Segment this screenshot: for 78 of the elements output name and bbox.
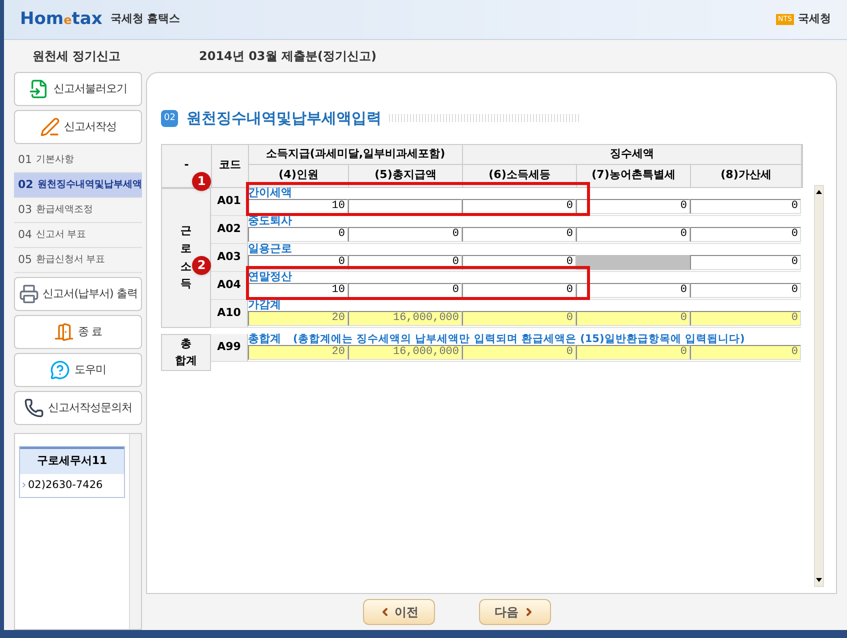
- sidebar-button[interactable]: 도우미: [14, 353, 142, 387]
- period-title: 2014년 03월 제출분(정기신고): [199, 48, 376, 65]
- input-field[interactable]: 16,000,000: [348, 344, 462, 360]
- input-field[interactable]: 0: [462, 344, 576, 360]
- input-field[interactable]: 0: [576, 310, 690, 326]
- agency-name: 국세청: [798, 11, 831, 28]
- pencil-icon: [40, 117, 60, 137]
- code-cell: A03: [211, 244, 248, 270]
- header-cell: (4)인원: [249, 164, 349, 186]
- site-title: 국세청 홈택스: [110, 11, 180, 28]
- header-cell: (8)가산세: [691, 164, 802, 186]
- header-cell: (5)총지급액: [349, 164, 463, 186]
- input-field[interactable]: 0: [690, 226, 801, 242]
- row-label: 중도퇴사: [248, 214, 292, 226]
- row-label: 일용근로: [248, 242, 292, 254]
- row-label: 간이세액: [248, 186, 292, 198]
- prev-button[interactable]: 이전: [362, 599, 434, 625]
- row-label: 가감계: [248, 298, 281, 310]
- input-field[interactable]: 0: [462, 226, 576, 242]
- step-item[interactable]: 03 환급세액조정: [14, 198, 142, 223]
- input-field[interactable]: 0: [576, 226, 690, 242]
- input-field[interactable]: 0: [690, 344, 801, 360]
- input-field[interactable]: 0: [462, 282, 576, 298]
- scrollbar[interactable]: [129, 434, 141, 629]
- input-field[interactable]: 0: [348, 226, 462, 242]
- input-field[interactable]: 0: [576, 198, 690, 214]
- row-label: 연말정산: [248, 270, 292, 282]
- header-cell: (7)농어촌특별세: [577, 164, 691, 186]
- printer-icon: [18, 284, 39, 304]
- input-field[interactable]: 0: [576, 344, 690, 360]
- input-field[interactable]: 0: [576, 282, 690, 298]
- code-cell: A01: [211, 188, 248, 214]
- step-item[interactable]: 02 원천징수내역및납부세액: [14, 173, 142, 198]
- step-item[interactable]: 05 환급신청서 부표: [14, 248, 142, 273]
- input-field[interactable]: [348, 198, 462, 214]
- header-cell: (6)소득세등: [463, 164, 577, 186]
- input-field[interactable]: 0: [248, 226, 348, 242]
- input-field[interactable]: 20: [248, 344, 348, 360]
- group-cell: 총 합계: [161, 334, 211, 371]
- office-phone: 02)2630-7426: [28, 478, 103, 492]
- header-cell: 소득지급(과세미달,일부비과세포함): [249, 144, 463, 164]
- sidebar-button[interactable]: 신고서불러오기: [14, 72, 142, 106]
- office-name: 구로세무서11: [20, 447, 124, 474]
- input-field[interactable]: 20: [248, 310, 348, 326]
- scrollbar[interactable]: [814, 185, 824, 587]
- input-field[interactable]: 0: [690, 310, 801, 326]
- row-label: 총합계: [248, 332, 281, 344]
- sidebar-button[interactable]: 신고서(납부서) 출력: [14, 277, 142, 311]
- next-button[interactable]: 다음: [478, 599, 550, 625]
- input-field[interactable]: 10: [248, 198, 348, 214]
- phone-icon: [24, 398, 44, 418]
- sidebar-button[interactable]: 신고서작성문의처: [14, 391, 142, 425]
- input-field[interactable]: 10: [248, 282, 348, 298]
- input-field[interactable]: 0: [690, 254, 801, 270]
- document-arrow-icon: [29, 79, 50, 99]
- input-field[interactable]: 0: [462, 310, 576, 326]
- header-cell: 코드: [212, 144, 249, 186]
- sidebar-button[interactable]: 종 료: [14, 315, 142, 349]
- input-field[interactable]: 0: [462, 198, 576, 214]
- input-field[interactable]: 16,000,000: [348, 310, 462, 326]
- row-note: (총합계에는 징수세액의 납부세액만 입력되며 환급세액은 (15)일반환급항목에 입력됩니다): [293, 332, 745, 344]
- input-field[interactable]: 0: [690, 282, 801, 298]
- input-field[interactable]: 0: [690, 198, 801, 214]
- input-field[interactable]: 0: [348, 282, 462, 298]
- code-cell: A10: [211, 300, 248, 326]
- door-icon: [54, 322, 74, 342]
- section-number: 02: [161, 110, 178, 127]
- site-logo[interactable]: Hometax: [20, 6, 102, 32]
- code-cell: A02: [211, 216, 248, 242]
- header-cell: 징수세액: [463, 144, 802, 164]
- bullet-icon: [20, 481, 28, 490]
- sidebar-button[interactable]: 신고서작성: [14, 110, 142, 144]
- section-title: 원천징수내역및납부세액입력: [186, 108, 382, 129]
- step-item[interactable]: 04 신고서 부표: [14, 223, 142, 248]
- help-icon: [50, 360, 70, 380]
- code-cell: A99: [211, 334, 248, 360]
- code-cell: A04: [211, 272, 248, 298]
- menu-title: 원천세 정기신고: [31, 48, 122, 65]
